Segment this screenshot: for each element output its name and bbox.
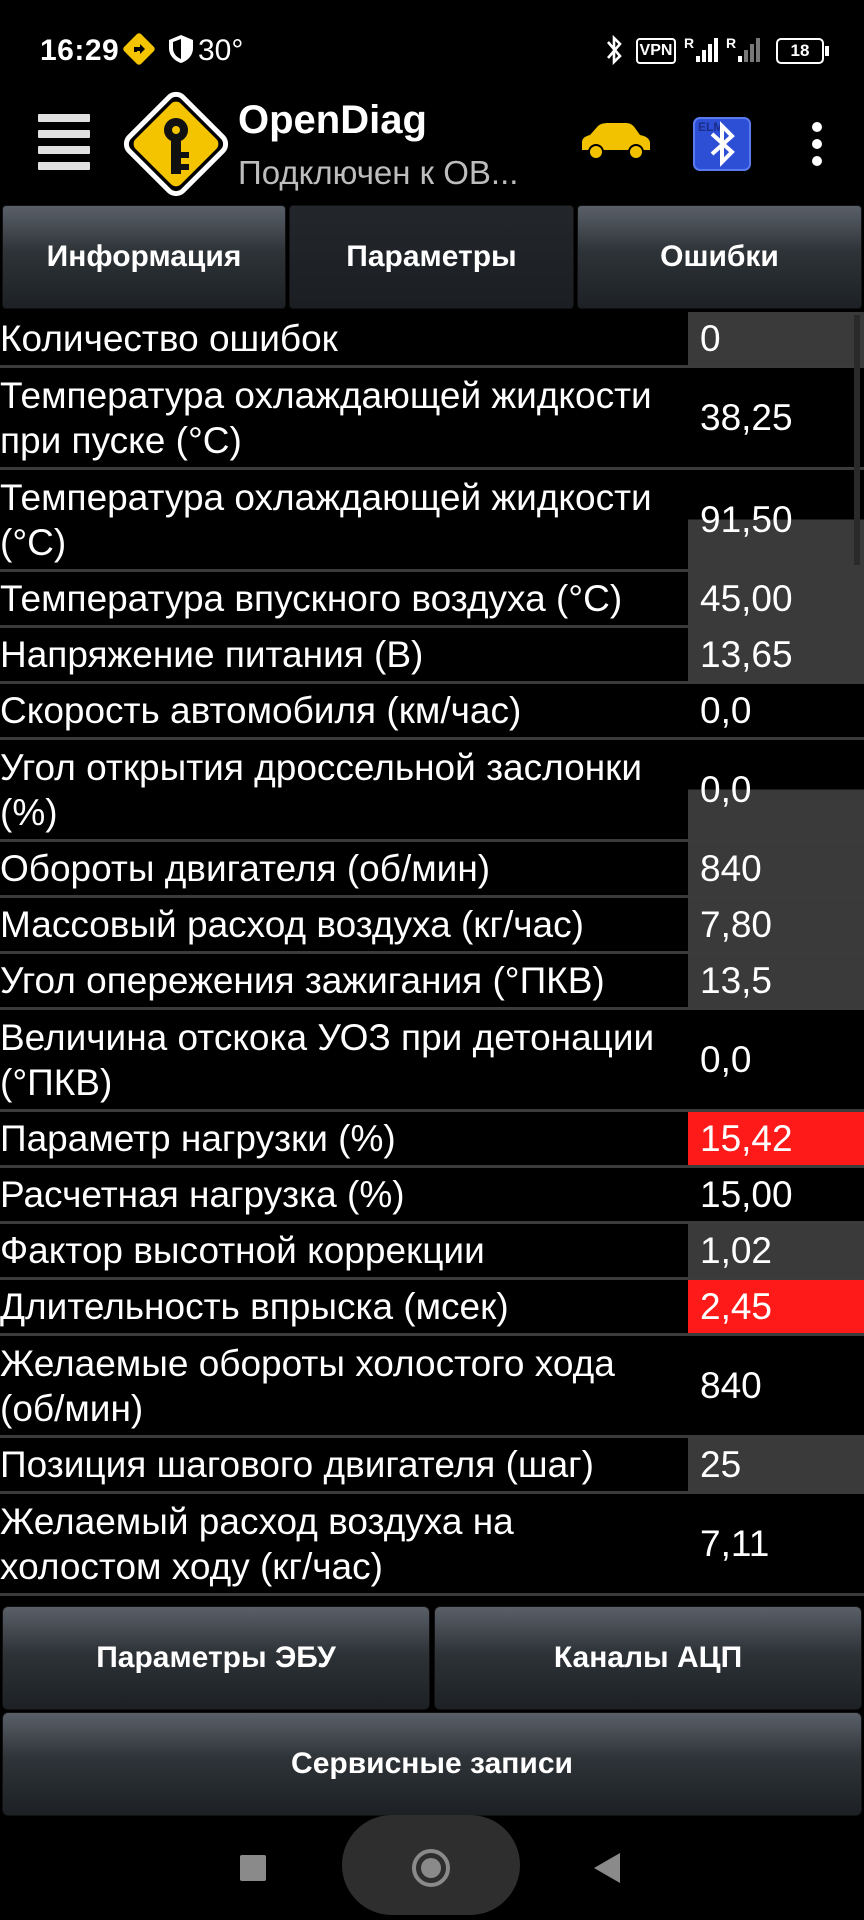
table-row: Параметр нагрузки (%) 15,42 — [0, 1112, 864, 1168]
back-icon[interactable] — [594, 1853, 620, 1883]
param-value: 1,02 — [688, 1224, 864, 1277]
param-value: 2,45 — [688, 1280, 864, 1333]
table-row: Массовый расход воздуха (кг/час) 7,80 — [0, 898, 864, 954]
param-value: 13,65 — [688, 628, 864, 681]
param-name: Напряжение питания (В) — [0, 634, 424, 675]
bluetooth-elm-icon[interactable]: ELM — [692, 116, 752, 172]
tab-information[interactable]: Информация — [2, 205, 286, 309]
param-name: Обороты двигателя (об/мин) — [0, 848, 491, 889]
param-value: 13,5 — [688, 954, 864, 1007]
ecu-parameters-button[interactable]: Параметры ЭБУ — [2, 1606, 430, 1710]
param-value: 0,0 — [700, 1038, 752, 1080]
status-time: 16:29 — [40, 34, 120, 67]
param-value: 45,00 — [688, 572, 864, 625]
table-row: Обороты двигателя (об/мин) 840 — [0, 842, 864, 898]
signal-icon: R — [684, 35, 718, 62]
hamburger-menu-icon[interactable] — [38, 114, 90, 170]
navigation-app-icon — [123, 33, 155, 65]
param-value: 15,00 — [700, 1173, 793, 1215]
parameters-table[interactable]: Количество ошибок 0 Температура охлаждаю… — [0, 312, 864, 1596]
tab-parameters[interactable]: Параметры — [289, 205, 574, 309]
status-bar: 16:29 30° VPN R R 18 — [0, 0, 864, 100]
battery-level: 18 — [790, 41, 810, 60]
param-name: Массовый расход воздуха (кг/час) — [0, 904, 584, 945]
param-value: 0,0 — [700, 689, 752, 731]
param-name: Температура впускного воздуха (°C) — [0, 578, 623, 619]
shield-icon — [169, 35, 193, 63]
param-value: 0,0 — [688, 740, 864, 839]
param-value: 38,25 — [700, 396, 793, 438]
tab-errors[interactable]: Ошибки — [577, 205, 862, 309]
table-row: Количество ошибок 0 — [0, 312, 864, 368]
param-value: 0 — [688, 312, 864, 365]
param-value: 840 — [700, 1364, 762, 1406]
param-name: Фактор высотной коррекции — [0, 1230, 485, 1271]
param-value: 7,80 — [688, 898, 864, 951]
service-records-button[interactable]: Сервисные записи — [2, 1712, 862, 1816]
battery-tip — [825, 46, 829, 56]
param-name: Температура охлаждающей жидкости (°C) — [0, 476, 652, 563]
table-row: Угол открытия дроссельной заслонки (%) 0… — [0, 740, 864, 842]
signal-icon-2: R — [726, 35, 760, 62]
param-name: Позиция шагового двигателя (шаг) — [0, 1444, 594, 1485]
adc-channels-button[interactable]: Каналы АЦП — [434, 1606, 862, 1710]
status-temperature: 30° — [198, 34, 244, 67]
param-value: 91,50 — [688, 470, 864, 569]
table-row: Угол опережения зажигания (°ПКВ) 13,5 — [0, 954, 864, 1010]
table-row: Напряжение питания (В) 13,65 — [0, 628, 864, 684]
table-row: Фактор высотной коррекции 1,02 — [0, 1224, 864, 1280]
param-name: Желаемые обороты холостого хода (об/мин) — [0, 1342, 615, 1429]
param-name: Скорость автомобиля (км/час) — [0, 690, 522, 731]
battery-icon: 18 — [776, 38, 824, 64]
table-row: Температура охлаждающей жидкости при пус… — [0, 368, 864, 470]
param-name: Величина отскока УОЗ при детонации (°ПКВ… — [0, 1016, 655, 1103]
recent-apps-icon[interactable] — [240, 1855, 266, 1881]
param-name: Угол опережения зажигания (°ПКВ) — [0, 960, 605, 1001]
svg-text:R: R — [684, 35, 694, 51]
vpn-badge: VPN — [636, 38, 676, 64]
connection-status: Подключен к ОВ... — [238, 154, 519, 191]
param-value: 15,42 — [688, 1112, 864, 1165]
table-row: Желаемый расход воздуха на холостом ходу… — [0, 1494, 864, 1596]
table-row: Величина отскока УОЗ при детонации (°ПКВ… — [0, 1010, 864, 1112]
param-name: Желаемый расход воздуха на холостом ходу… — [0, 1500, 514, 1587]
table-row: Позиция шагового двигателя (шаг) 25 — [0, 1438, 864, 1494]
scrollbar[interactable] — [854, 315, 860, 565]
param-name: Длительность впрыска (мсек) — [0, 1286, 509, 1327]
opendiag-logo-icon — [123, 91, 229, 197]
car-icon[interactable] — [578, 120, 652, 162]
svg-text:ELM: ELM — [698, 120, 723, 134]
param-value: 25 — [688, 1438, 864, 1491]
param-value: 7,11 — [700, 1522, 770, 1564]
table-row: Скорость автомобиля (км/час) 0,0 — [0, 684, 864, 740]
home-icon[interactable] — [412, 1849, 450, 1887]
table-row: Температура охлаждающей жидкости (°C) 91… — [0, 470, 864, 572]
app-title: OpenDiag — [238, 98, 427, 142]
param-name: Температура охлаждающей жидкости при пус… — [0, 374, 652, 461]
param-name: Угол открытия дроссельной заслонки (%) — [0, 746, 642, 833]
param-name: Количество ошибок — [0, 318, 338, 359]
table-row: Длительность впрыска (мсек) 2,45 — [0, 1280, 864, 1336]
param-name: Параметр нагрузки (%) — [0, 1118, 396, 1159]
param-value: 840 — [688, 842, 864, 895]
svg-text:R: R — [726, 35, 736, 51]
table-row: Желаемые обороты холостого хода (об/мин)… — [0, 1336, 864, 1438]
more-options-icon[interactable] — [808, 122, 824, 166]
table-row: Расчетная нагрузка (%) 15,00 — [0, 1168, 864, 1224]
param-name: Расчетная нагрузка (%) — [0, 1174, 405, 1215]
bluetooth-status-icon — [607, 34, 622, 66]
table-row: Температура впускного воздуха (°C) 45,00 — [0, 572, 864, 628]
